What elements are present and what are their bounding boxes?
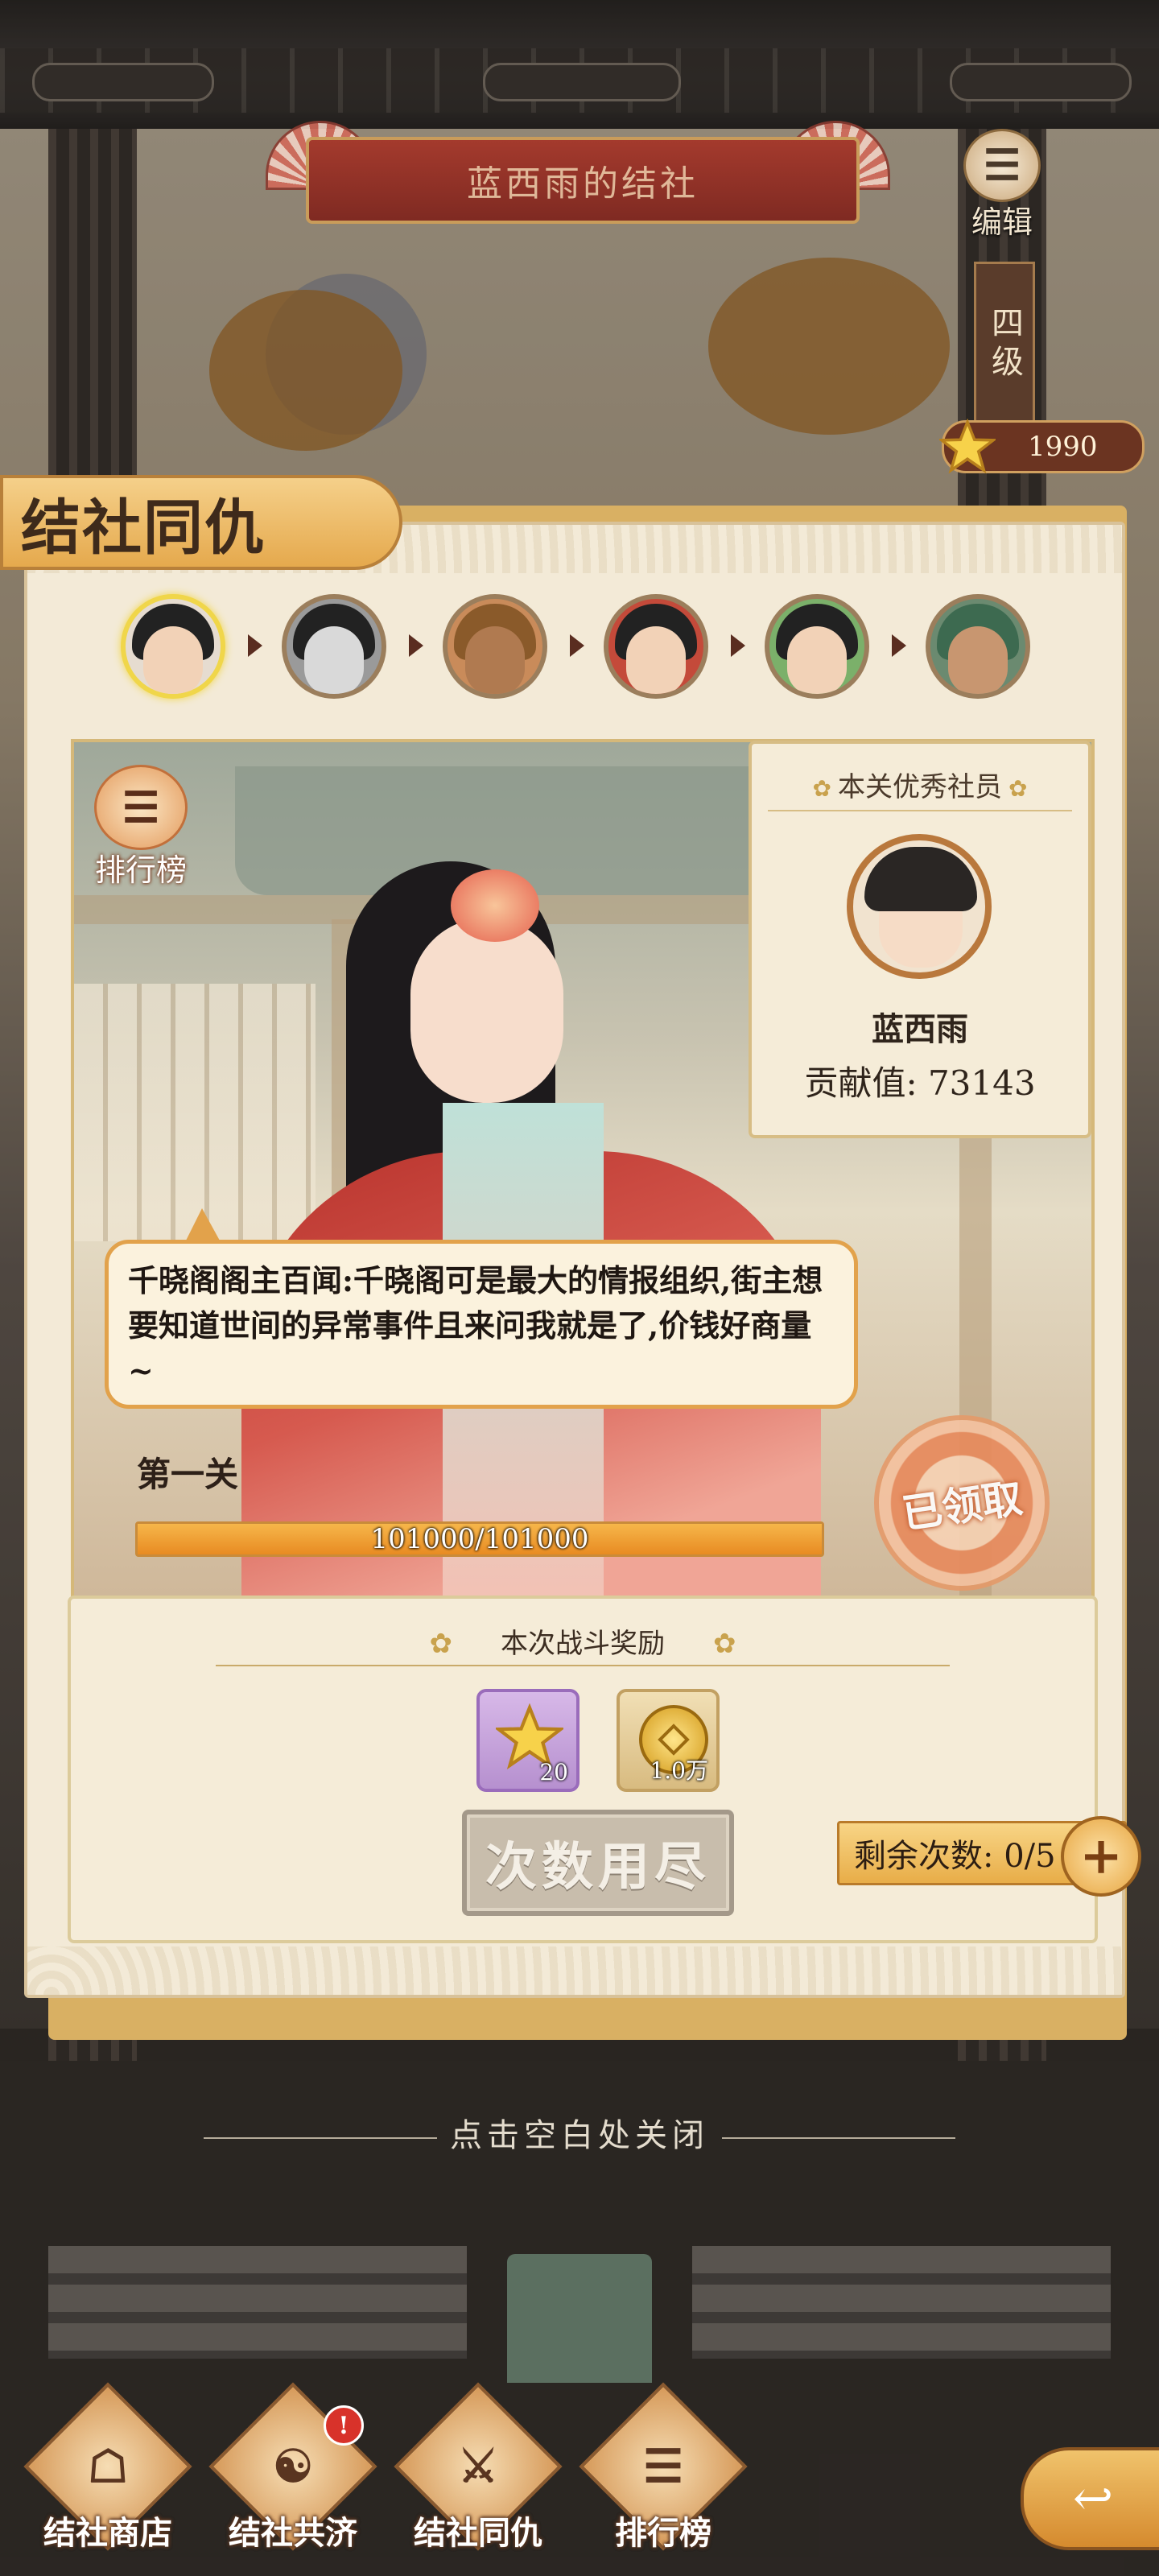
nav-label: 排行榜 (615, 2514, 711, 2552)
star-points-value: 1990 (1028, 431, 1098, 463)
back-button[interactable]: ↩ (1021, 2447, 1159, 2550)
back-arrow-icon: ↩ (1072, 2471, 1114, 2527)
top-member-name: 蓝西雨 (872, 1010, 968, 1048)
item-quantity: 20 (539, 1759, 568, 1785)
edit-icon: ☰ (963, 129, 1041, 202)
boss-character (241, 845, 821, 1602)
panel-title: 结社同仇 (21, 493, 266, 563)
arrow-icon (731, 634, 745, 657)
claimed-label: 已领取 (899, 1473, 1025, 1538)
flower-icon: ✿ (1008, 775, 1028, 802)
nav-club-shop[interactable]: ☖ 结社商店 (19, 2382, 196, 2560)
dialogue-text: 千晓阁阁主百闻:千晓阁可是最大的情报组织,街主想要知道世间的异常事件且来问我就是… (128, 1262, 823, 1389)
stage-avatar-6[interactable] (926, 594, 1030, 699)
nav-label: 结社同仇 (414, 2514, 542, 2552)
stage-avatar-row (121, 594, 1046, 707)
hp-text: 101000/101000 (370, 1523, 589, 1555)
nav-label: 结社共济 (229, 2514, 357, 2552)
club-title: 蓝西雨的结社 (467, 163, 699, 204)
contribution-value: 贡献值: 73143 (804, 1063, 1036, 1103)
nav-club-battle[interactable]: ⚔ 结社同仇 (390, 2382, 567, 2560)
close-hint[interactable]: 点击空白处关闭 (0, 2109, 1159, 2156)
arrow-icon (248, 634, 262, 657)
flower-icon: ✿ (429, 1628, 453, 1660)
boss-hp-bar: 101000/101000 (135, 1521, 824, 1557)
bottom-nav: ☖ 结社商店 ☯ 结社共济 ! ⚔ 结社同仇 ☰ 排行榜 (0, 2382, 1159, 2576)
ranking-button[interactable]: ☰ 排行榜 (80, 765, 201, 894)
ranking-icon: ☰ (94, 765, 188, 850)
club-level: 四级 (974, 262, 1035, 427)
star-points-pill: 1990 (939, 419, 1145, 474)
arrow-icon (570, 634, 584, 657)
stage-avatar-1[interactable] (121, 594, 225, 699)
dialogue-bubble: 千晓阁阁主百闻:千晓阁可是最大的情报组织,街主想要知道世间的异常事件且来问我就是… (105, 1208, 858, 1409)
stage-avatar-3[interactable] (443, 594, 547, 699)
flower-icon: ✿ (713, 1628, 736, 1660)
top-member-card: ✿ 本关优秀社员 ✿ 蓝西雨 贡献值: 73143 (749, 741, 1091, 1138)
item-quantity: 1.0万 (650, 1757, 708, 1784)
edit-button[interactable]: ☰ 编辑 (958, 129, 1046, 242)
close-hint-text: 点击空白处关闭 (450, 2117, 709, 2154)
club-title-banner: 蓝西雨的结社 (306, 137, 860, 224)
stage-avatar-4[interactable] (604, 594, 708, 699)
reward-title: 本次战斗奖励 (501, 1628, 665, 1660)
ranking-label: 排行榜 (94, 852, 187, 888)
top-member-title: 本关优秀社员 (838, 771, 1002, 803)
star-icon (939, 419, 996, 474)
nav-ranking[interactable]: ☰ 排行榜 (575, 2382, 752, 2560)
attempts-exhausted-button[interactable]: 次数用尽 (462, 1810, 734, 1916)
arrow-icon (409, 634, 423, 657)
stage-name: 第一关 (137, 1455, 239, 1494)
stage-avatar-2[interactable] (282, 594, 386, 699)
flower-hairpin (451, 869, 539, 942)
plus-icon: + (1079, 1826, 1123, 1886)
add-attempts-button[interactable]: + (1061, 1816, 1141, 1897)
avatar[interactable] (847, 834, 992, 979)
reward-item-star[interactable]: 20 (476, 1689, 580, 1792)
flower-icon: ✿ (812, 775, 831, 802)
remaining-attempts-label: 剩余次数: 0/5 (854, 1838, 1056, 1875)
nav-label: 结社商店 (43, 2514, 172, 2552)
battle-reward-section: ✿ 本次战斗奖励 ✿ 20 1.0万 次数用尽 (68, 1596, 1098, 1943)
stage-avatar-5[interactable] (765, 594, 869, 699)
attempts-exhausted-label: 次数用尽 (485, 1837, 711, 1897)
arrow-icon (892, 634, 906, 657)
edit-label: 编辑 (971, 204, 1033, 240)
notification-badge: ! (324, 2405, 364, 2446)
nav-club-aid[interactable]: ☯ 结社共济 ! (204, 2382, 382, 2560)
panel-title-tab: 结社同仇 (0, 475, 402, 570)
reward-item-coin[interactable]: 1.0万 (617, 1689, 720, 1792)
